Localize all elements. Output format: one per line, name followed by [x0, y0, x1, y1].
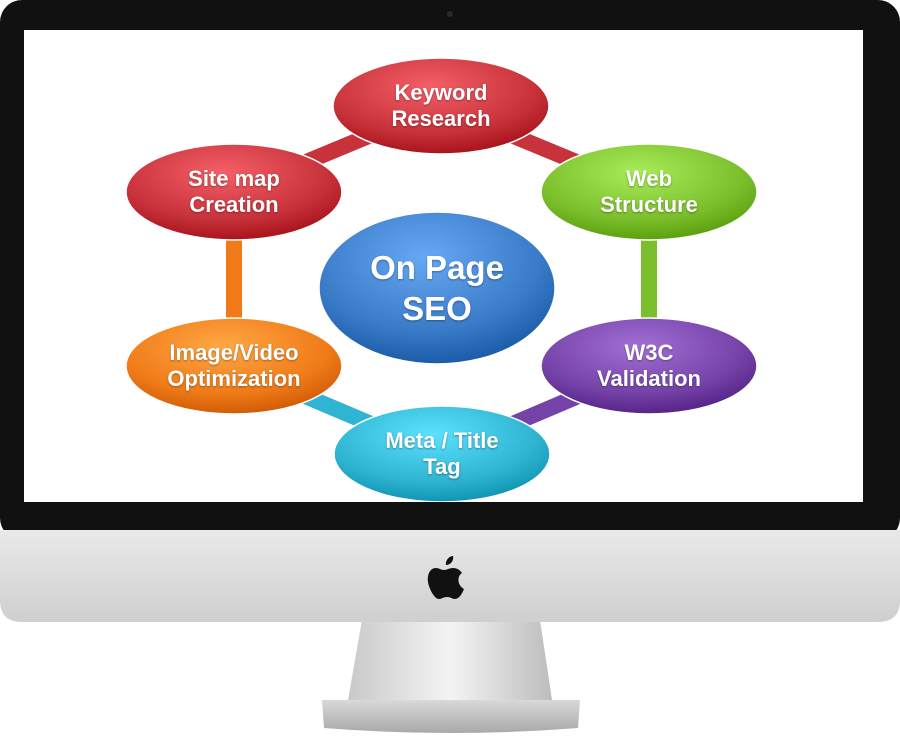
node-label-w3c-validation: W3C Validation: [597, 340, 701, 391]
node-label-meta-title-tag: Meta / Title Tag: [385, 428, 499, 479]
camera-dot: [447, 11, 453, 17]
node-label-web-structure: Web Structure: [600, 166, 698, 217]
apple-logo-icon: [427, 556, 464, 599]
imac-stand-base: [322, 700, 580, 733]
imac-stand: [348, 620, 552, 700]
imac-device: On Page SEO Keyword Research Web Structure…: [0, 0, 900, 753]
center-node-label: On Page SEO: [370, 248, 504, 327]
node-label-site-map-creation: Site map Creation: [188, 166, 280, 217]
node-label-image-video-optimization: Image/Video Optimization: [167, 340, 301, 391]
node-label-keyword-research: Keyword Research: [391, 80, 491, 131]
screen: On Page SEO Keyword Research Web Structure…: [24, 30, 863, 502]
